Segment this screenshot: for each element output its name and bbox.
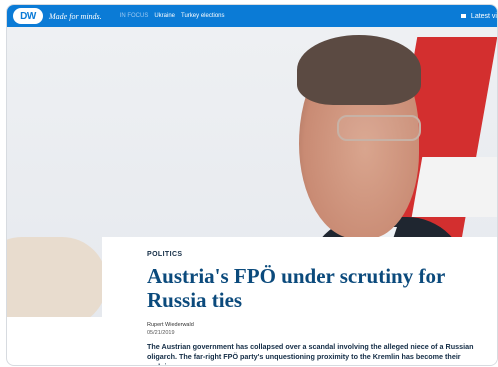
video-icon — [460, 14, 466, 18]
article-card[interactable]: DW Made for minds. IN FOCUS Ukraine Turk… — [6, 4, 498, 366]
article-date: 05/21/2019 — [147, 330, 175, 336]
flag-white-band — [411, 157, 497, 217]
dw-logo[interactable]: DW — [13, 8, 43, 24]
nav-links: IN FOCUS Ukraine Turkey elections — [120, 13, 225, 19]
glasses — [337, 115, 421, 141]
nav-link-ukraine[interactable]: Ukraine — [154, 13, 175, 19]
nav-in-focus: IN FOCUS — [119, 13, 149, 19]
tagline: Made for minds. — [49, 11, 102, 21]
latest-videos-link[interactable]: Latest vi — [460, 5, 497, 27]
top-navigation-bar: DW Made for minds. IN FOCUS Ukraine Turk… — [7, 5, 497, 27]
latest-videos-label: Latest vi — [470, 12, 497, 20]
person-hair — [297, 35, 421, 105]
article-author: Rupert Wiederwald — [147, 322, 194, 328]
headline-panel: POLITICS Austria's FPÖ under scrutiny fo… — [102, 237, 497, 365]
blurred-foreground-blob — [7, 237, 107, 317]
article-title[interactable]: Austria's FPÖ under scrutiny for Russia … — [147, 264, 487, 312]
article-category[interactable]: POLITICS — [147, 251, 487, 258]
article-summary: The Austrian government has collapsed ov… — [147, 342, 474, 365]
nav-link-turkey-elections[interactable]: Turkey elections — [181, 13, 224, 19]
